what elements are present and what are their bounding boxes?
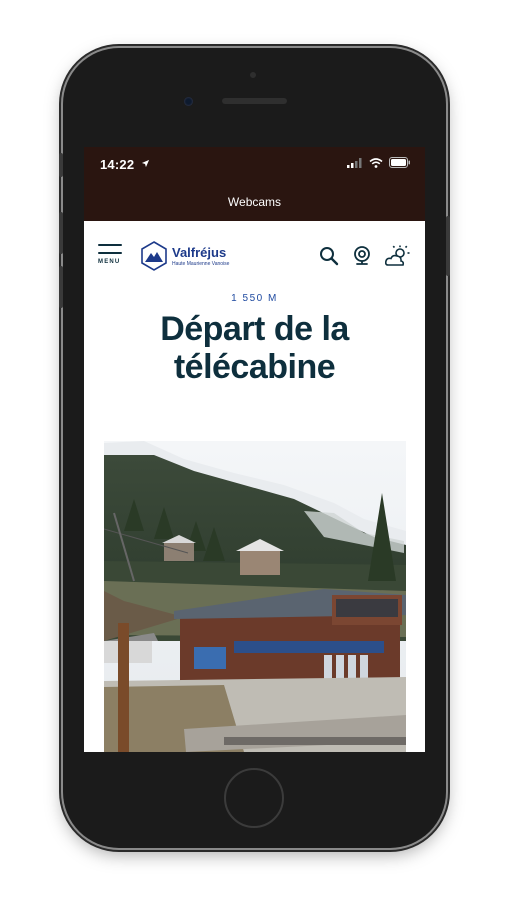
logo-name: Valfréjus bbox=[172, 244, 227, 260]
weather-icon[interactable] bbox=[385, 245, 411, 267]
status-bar: 14:22 bbox=[84, 147, 425, 183]
mute-switch bbox=[59, 153, 63, 177]
webcam-image[interactable] bbox=[104, 441, 406, 752]
page-title-line: télécabine bbox=[173, 348, 336, 386]
hamburger-line bbox=[98, 244, 122, 246]
front-camera bbox=[184, 97, 193, 106]
menu-label: MENU bbox=[98, 259, 121, 265]
screen: 14:22 Webcams MENU Valfréjus Haute Mauri… bbox=[84, 147, 425, 752]
page-title-line: Départ de la bbox=[160, 310, 349, 348]
volume-down-button bbox=[59, 266, 63, 308]
menu-button[interactable]: MENU bbox=[98, 244, 126, 265]
site-header: MENU Valfréjus Haute Maurienne Vanoise bbox=[84, 221, 425, 287]
page-title: Départ de la télécabine bbox=[84, 310, 425, 386]
proximity-sensor bbox=[250, 72, 256, 78]
earpiece-speaker bbox=[222, 98, 287, 104]
volume-up-button bbox=[59, 212, 63, 254]
home-button[interactable] bbox=[224, 768, 284, 828]
nav-title: Webcams bbox=[227, 195, 282, 209]
header-icons bbox=[319, 245, 411, 267]
browser-title-bar: Webcams bbox=[84, 183, 425, 221]
hamburger-line bbox=[98, 252, 122, 254]
altitude-label: 1 550 M bbox=[231, 293, 278, 304]
status-time: 14:22 bbox=[100, 157, 135, 172]
logo-mountain-icon bbox=[141, 241, 167, 271]
search-icon[interactable] bbox=[319, 246, 339, 266]
system-icons bbox=[347, 157, 411, 168]
battery-icon bbox=[389, 157, 410, 168]
logo[interactable]: Valfréjus Haute Maurienne Vanoise bbox=[140, 241, 229, 271]
power-button bbox=[446, 216, 450, 276]
webcam-icon[interactable] bbox=[353, 246, 371, 266]
logo-tagline: Haute Maurienne Vanoise bbox=[172, 260, 230, 267]
location-arrow-icon bbox=[141, 159, 150, 168]
wifi-icon bbox=[369, 157, 383, 168]
signal-icon bbox=[347, 157, 362, 168]
